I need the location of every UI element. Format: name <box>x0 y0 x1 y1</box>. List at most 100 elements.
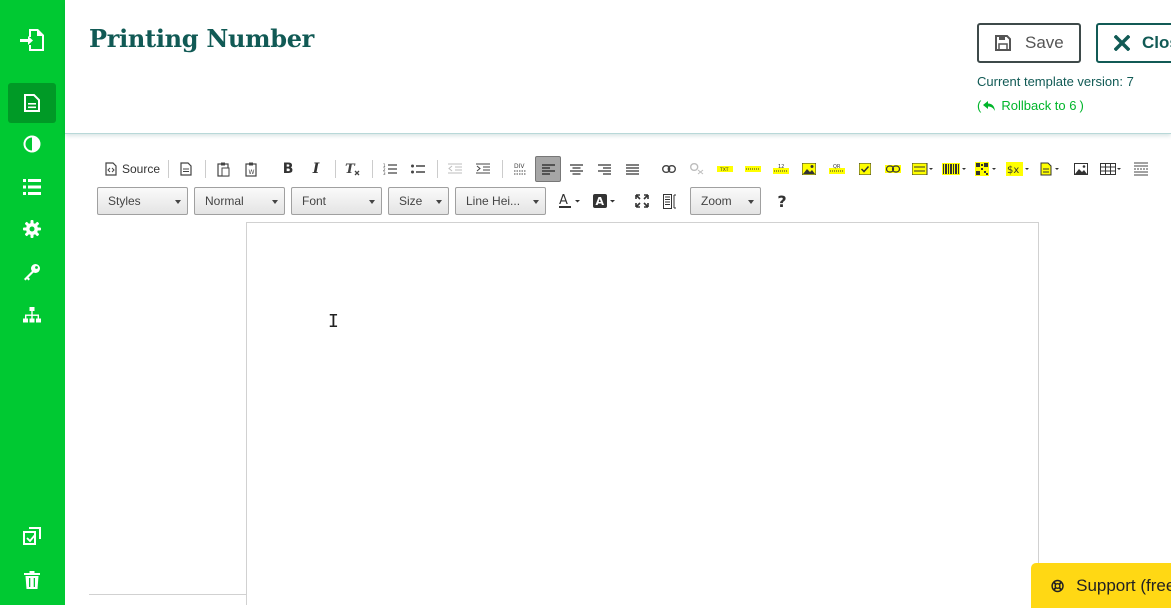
show-blocks-button[interactable] <box>660 188 680 214</box>
link-button[interactable] <box>656 156 682 182</box>
sidebar-item-settings[interactable] <box>8 209 56 249</box>
variable-icon: $x <box>1006 162 1030 176</box>
help-button[interactable]: ? <box>772 188 792 214</box>
contrast-icon <box>23 135 41 153</box>
outdent-icon <box>448 163 463 174</box>
rollback-link[interactable]: Rollback to 6 <box>1001 98 1076 113</box>
align-center-button[interactable] <box>563 156 589 182</box>
document-icon <box>24 94 40 112</box>
table-dropdown[interactable] <box>1096 156 1126 182</box>
text-color-button[interactable]: A <box>556 188 584 214</box>
save-button[interactable]: Save <box>977 23 1081 63</box>
new-page-button[interactable] <box>173 156 199 182</box>
zoom-dropdown-label: Zoom <box>701 194 732 208</box>
sidebar-item-theme[interactable] <box>8 124 56 164</box>
line-height-dropdown-label: Line Hei... <box>466 194 521 208</box>
svg-text:$x: $x <box>1007 165 1019 176</box>
sidebar-item-logo[interactable] <box>8 20 56 60</box>
maximize-button[interactable] <box>632 188 652 214</box>
save-button-label: Save <box>1025 33 1064 52</box>
source-button-label: Source <box>122 162 161 176</box>
support-button[interactable]: Support (free) <box>1031 563 1171 608</box>
variable-dropdown[interactable]: $x <box>1004 156 1034 182</box>
form-field-dropdown[interactable] <box>908 156 938 182</box>
chevron-down-icon <box>175 200 181 204</box>
paste-from-word-button[interactable]: W <box>238 156 264 182</box>
template-icon <box>1040 162 1060 176</box>
chevron-down-icon <box>272 200 278 204</box>
italic-button[interactable]: I <box>303 156 329 182</box>
qr-code-icon <box>975 162 997 176</box>
qr-field-button[interactable]: QR <box>824 156 850 182</box>
font-dropdown[interactable]: Font <box>291 187 382 215</box>
toolbar-separator <box>437 160 439 178</box>
svg-text:DIV: DIV <box>514 163 525 170</box>
link-field-button[interactable] <box>880 156 906 182</box>
text-field-icon: TXT <box>717 166 734 172</box>
unlink-button[interactable] <box>684 156 710 182</box>
svg-text:TXT: TXT <box>719 167 729 172</box>
close-button[interactable]: Close <box>1096 23 1171 63</box>
sidebar-item-copy[interactable] <box>8 516 56 556</box>
show-blocks-icon <box>663 193 676 209</box>
chevron-down-icon <box>369 200 375 204</box>
line-height-dropdown[interactable]: Line Hei... <box>455 187 546 215</box>
key-icon <box>24 264 40 281</box>
sidebar <box>0 0 65 605</box>
numbered-list-button[interactable]: 123 <box>377 156 403 182</box>
editor-toolbar-row-1: Source W B I T 123 DIV TXT 12 QR $x <box>101 156 1156 182</box>
justify-button[interactable] <box>619 156 645 182</box>
format-dropdown[interactable]: Normal <box>194 187 285 215</box>
source-button[interactable]: Source <box>101 156 164 182</box>
svg-text:T: T <box>345 162 356 177</box>
styles-dropdown[interactable]: Styles <box>97 187 188 215</box>
sidebar-item-document[interactable] <box>8 83 56 123</box>
bulleted-list-icon <box>411 164 426 174</box>
bulleted-list-button[interactable] <box>405 156 431 182</box>
image-field-button[interactable] <box>796 156 822 182</box>
sidebar-item-keys[interactable] <box>8 252 56 292</box>
toolbar-separator <box>502 160 504 178</box>
sidebar-item-delete[interactable] <box>8 560 56 600</box>
header: Printing Number Save Close Current templ… <box>65 0 1171 134</box>
align-right-button[interactable] <box>591 156 617 182</box>
chevron-down-icon <box>436 200 442 204</box>
background-color-button[interactable]: A <box>591 188 619 214</box>
file-export-icon <box>20 29 44 51</box>
link-icon <box>662 165 677 173</box>
sidebar-item-list[interactable] <box>8 167 56 207</box>
placeholder-field-button[interactable] <box>740 156 766 182</box>
text-color-icon: A <box>559 193 580 208</box>
text-field-button[interactable]: TXT <box>712 156 738 182</box>
link-field-icon <box>885 165 902 173</box>
size-dropdown[interactable]: Size <box>388 187 449 215</box>
svg-text:A: A <box>596 195 605 208</box>
increase-indent-button[interactable] <box>470 156 496 182</box>
remove-format-button[interactable]: T <box>340 156 366 182</box>
lifebuoy-icon <box>1051 579 1064 592</box>
align-left-icon <box>541 163 555 175</box>
qr-field-icon: QR <box>829 164 846 174</box>
sidebar-item-structure[interactable] <box>8 295 56 335</box>
floppy-disk-icon <box>995 35 1011 51</box>
decrease-indent-button[interactable] <box>442 156 468 182</box>
image-button[interactable] <box>1068 156 1094 182</box>
paste-word-icon: W <box>244 162 257 177</box>
page-break-button[interactable] <box>1128 156 1154 182</box>
align-justify-icon <box>625 163 639 175</box>
bold-button[interactable]: B <box>275 156 301 182</box>
align-left-button[interactable] <box>535 156 562 182</box>
create-div-button[interactable]: DIV <box>507 156 533 182</box>
checkbox-field-button[interactable] <box>852 156 878 182</box>
numbered-field-button[interactable]: 12 <box>768 156 794 182</box>
qr-code-dropdown[interactable] <box>972 156 1002 182</box>
zoom-dropdown[interactable]: Zoom <box>690 187 761 215</box>
numbered-list-icon: 123 <box>383 163 398 175</box>
close-icon <box>1114 35 1130 51</box>
barcode-dropdown[interactable] <box>940 156 970 182</box>
svg-text:QR: QR <box>833 164 841 170</box>
background-color-icon: A <box>593 194 615 208</box>
editor-page[interactable] <box>246 222 1039 605</box>
paste-button[interactable] <box>210 156 236 182</box>
template-dropdown[interactable] <box>1036 156 1066 182</box>
